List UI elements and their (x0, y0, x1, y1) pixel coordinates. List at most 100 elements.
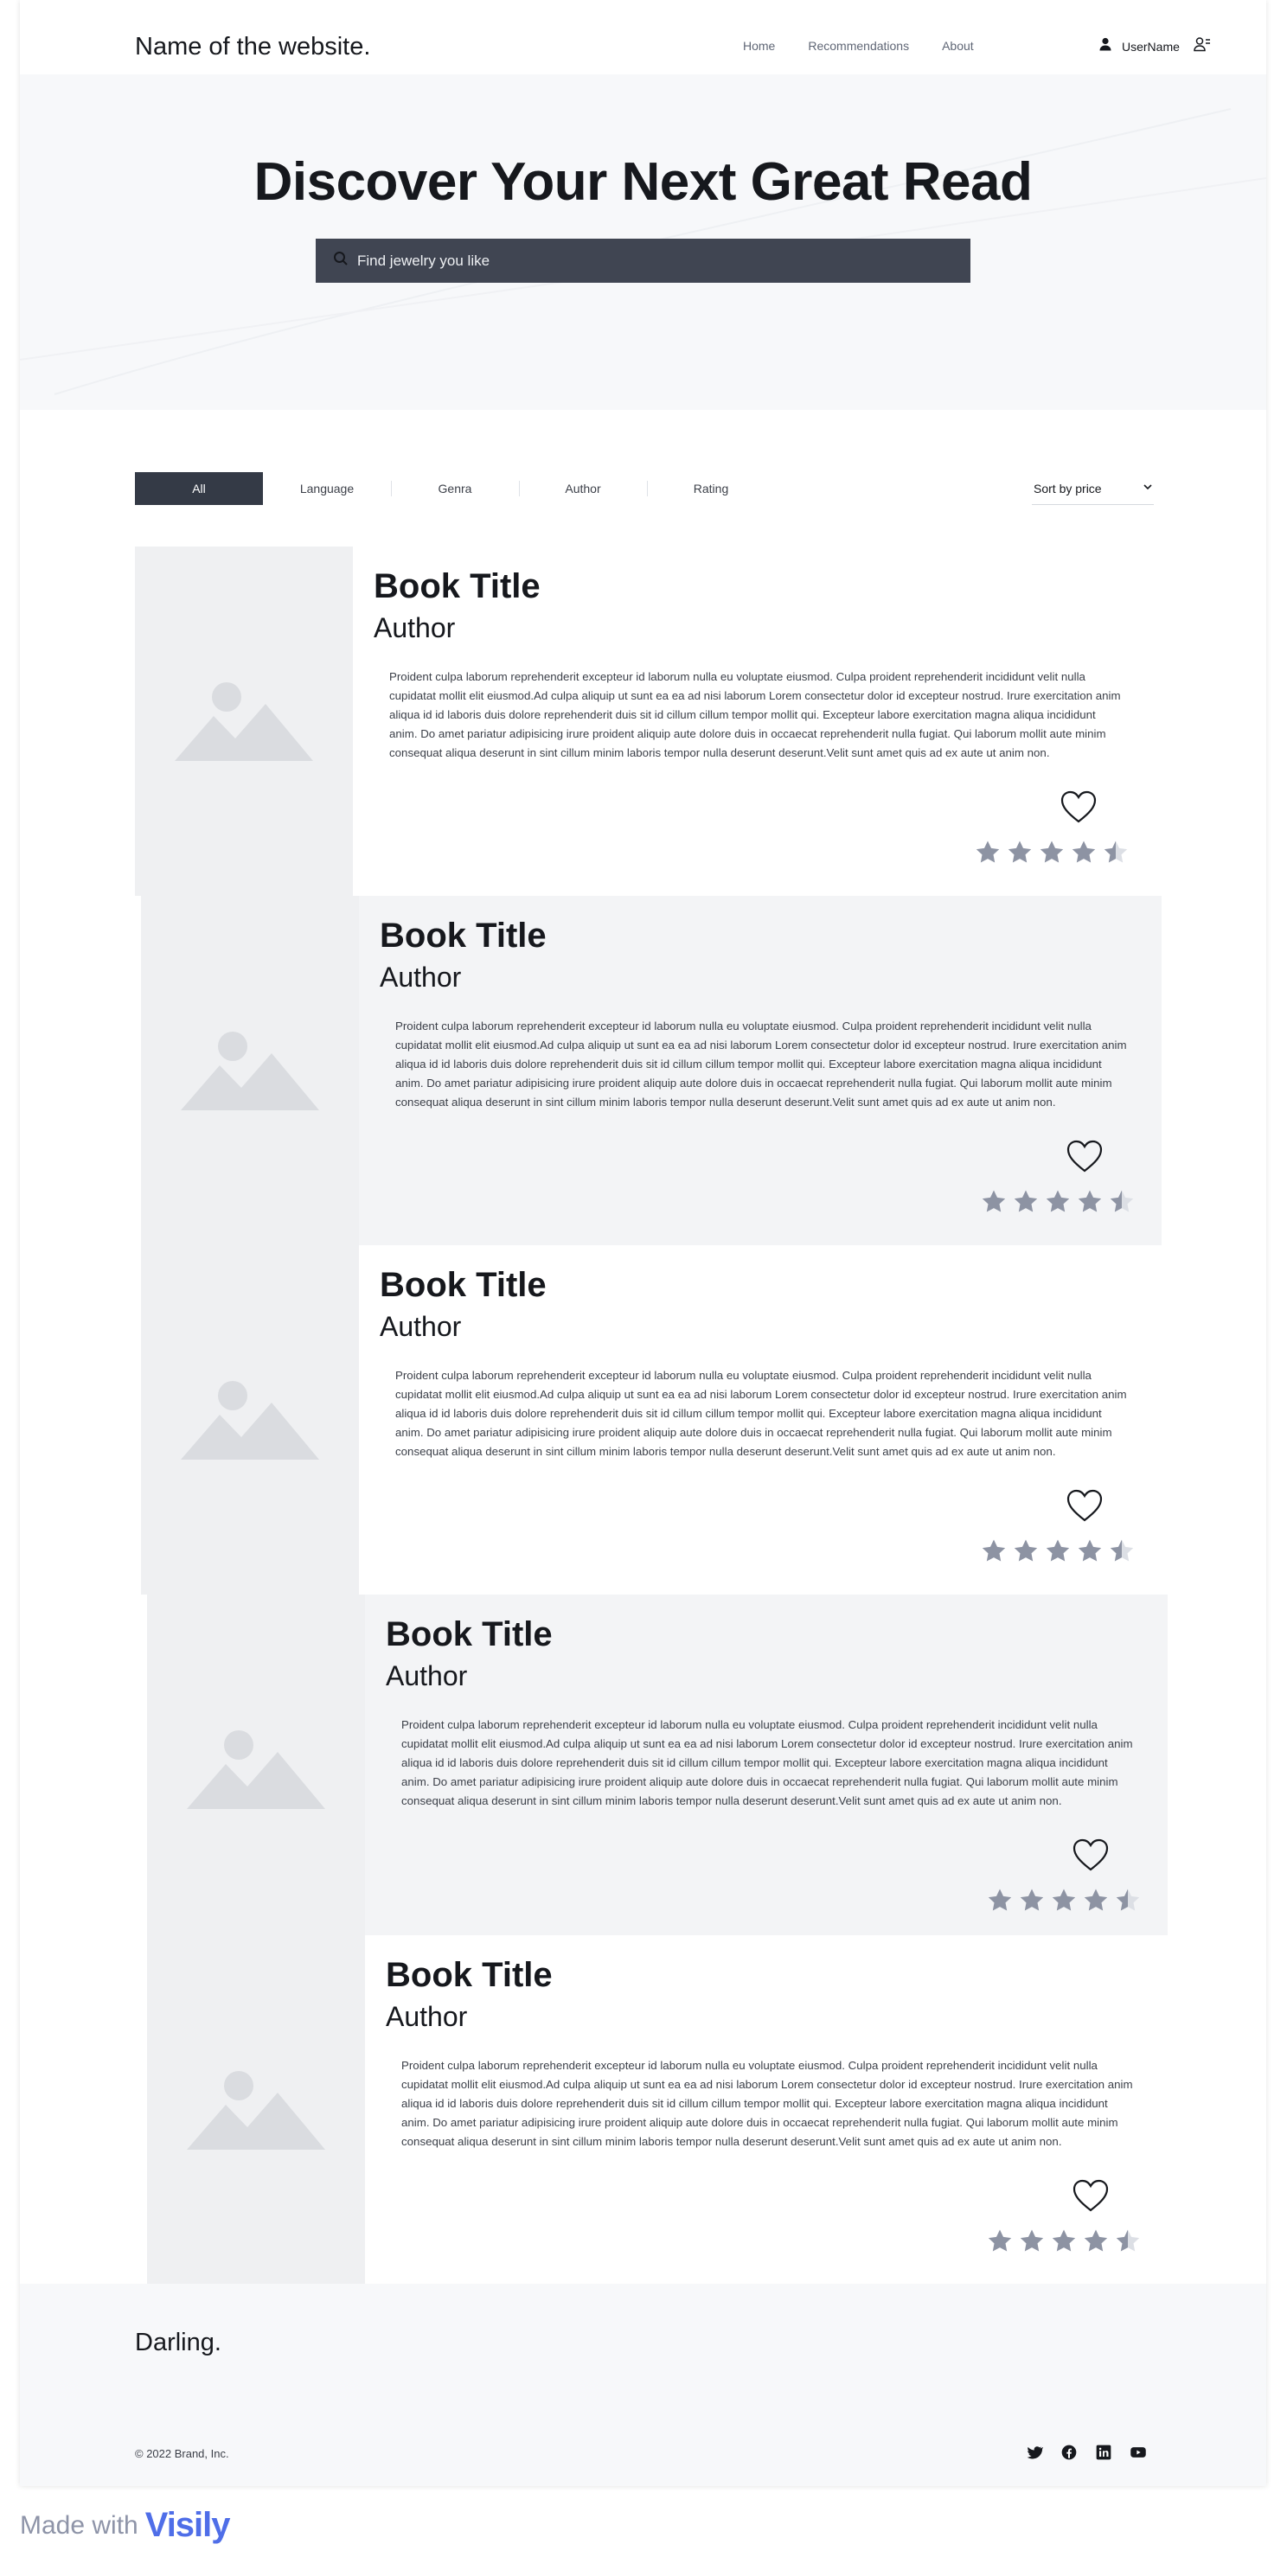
favorite-heart-icon[interactable] (1066, 1489, 1103, 1528)
site-header: Name of the website. Home Recommendation… (20, 0, 1266, 74)
star-icon (1012, 1188, 1040, 1220)
nav-home[interactable]: Home (743, 38, 775, 54)
nav-about[interactable]: About (942, 38, 974, 54)
star-icon (1050, 2228, 1078, 2260)
book-author[interactable]: Author (374, 610, 455, 645)
favorite-heart-icon[interactable] (1072, 2179, 1109, 2218)
sort-label: Sort by price (1034, 481, 1102, 495)
book-title[interactable]: Book Title (386, 1954, 553, 1996)
star-rating (974, 839, 1130, 871)
star-rating (980, 1188, 1136, 1220)
site-footer: Darling. © 2022 Brand, Inc. (20, 2284, 1266, 2486)
star-icon (1018, 2228, 1046, 2260)
book-info: Book Title Author Proident culpa laborum… (359, 1245, 1162, 1595)
book-author[interactable]: Author (386, 1659, 467, 1693)
star-icon (1102, 839, 1130, 871)
book-info: Book Title Author Proident culpa laborum… (359, 896, 1162, 1245)
copyright: © 2022 Brand, Inc. (135, 2447, 229, 2460)
star-icon (980, 1188, 1008, 1220)
book-description: Proident culpa laborum reprehenderit exc… (395, 1369, 1127, 1458)
book-card[interactable]: Book Title Author Proident culpa laborum… (20, 1595, 1266, 1944)
sort-dropdown[interactable]: Sort by price (1032, 472, 1154, 505)
made-with-badge[interactable]: Made with Visily (20, 2506, 231, 2545)
user-menu[interactable]: UserName (1098, 36, 1211, 56)
visily-logo: Visily (144, 2506, 231, 2544)
book-cover-placeholder[interactable] (141, 1245, 359, 1595)
star-rating (986, 1887, 1142, 1919)
site-name[interactable]: Name of the website. (135, 31, 370, 62)
user-settings-icon[interactable] (1194, 36, 1211, 56)
book-title[interactable]: Book Title (386, 1614, 553, 1655)
star-icon (1108, 1537, 1136, 1569)
star-icon (1070, 839, 1098, 871)
book-author[interactable]: Author (380, 960, 461, 994)
star-icon (1044, 1537, 1072, 1569)
book-cover-placeholder[interactable] (141, 896, 359, 1245)
book-author[interactable]: Author (386, 1999, 467, 2034)
book-info: Book Title Author Proident culpa laborum… (365, 1935, 1168, 2285)
book-cover-placeholder[interactable] (147, 1935, 365, 2285)
hero-section: Discover Your Next Great Read (20, 74, 1266, 410)
social-links (1026, 2444, 1147, 2465)
book-card[interactable]: Book Title Author Proident culpa laborum… (20, 896, 1266, 1245)
youtube-icon[interactable] (1130, 2444, 1147, 2465)
star-icon (1050, 1887, 1078, 1919)
tab-rating[interactable]: Rating (647, 472, 775, 505)
star-icon (1082, 2228, 1110, 2260)
star-icon (1012, 1537, 1040, 1569)
hero-title: Discover Your Next Great Read (253, 152, 1033, 212)
book-cover-placeholder[interactable] (147, 1595, 365, 1944)
chevron-down-icon (1142, 481, 1154, 495)
main-nav: Home Recommendations About (743, 38, 974, 54)
book-title[interactable]: Book Title (380, 915, 547, 956)
favorite-heart-icon[interactable] (1060, 790, 1097, 829)
tab-author[interactable]: Author (519, 472, 647, 505)
star-icon (986, 1887, 1014, 1919)
star-icon (974, 839, 1002, 871)
image-placeholder-icon (187, 1730, 325, 1809)
book-description: Proident culpa laborum reprehenderit exc… (389, 670, 1121, 759)
book-author[interactable]: Author (380, 1309, 461, 1344)
footer-brand: Darling. (135, 2329, 221, 2356)
star-rating (980, 1537, 1136, 1569)
star-icon (1108, 1188, 1136, 1220)
twitter-icon[interactable] (1026, 2444, 1044, 2465)
star-icon (1114, 2228, 1142, 2260)
tab-all[interactable]: All (135, 472, 263, 505)
book-title[interactable]: Book Title (380, 1264, 547, 1306)
book-description: Proident culpa laborum reprehenderit exc… (395, 1020, 1127, 1109)
favorite-heart-icon[interactable] (1072, 1838, 1109, 1877)
tab-genra[interactable]: Genra (391, 472, 519, 505)
book-title[interactable]: Book Title (374, 566, 541, 607)
book-info: Book Title Author Proident culpa laborum… (365, 1595, 1168, 1944)
search-bar[interactable] (316, 239, 970, 283)
filter-bar: All Language Genra Author Rating Sort by… (135, 472, 1154, 505)
star-icon (1018, 1887, 1046, 1919)
star-icon (1114, 1887, 1142, 1919)
book-info: Book Title Author Proident culpa laborum… (353, 547, 1156, 896)
star-icon (1082, 1887, 1110, 1919)
username: UserName (1122, 39, 1180, 54)
book-description: Proident culpa laborum reprehenderit exc… (401, 1718, 1133, 1807)
linkedin-icon[interactable] (1095, 2444, 1112, 2465)
star-icon (986, 2228, 1014, 2260)
image-placeholder-icon (175, 682, 313, 761)
star-icon (1044, 1188, 1072, 1220)
book-card[interactable]: Book Title Author Proident culpa laborum… (20, 547, 1266, 896)
facebook-icon[interactable] (1060, 2444, 1078, 2465)
star-icon (1038, 839, 1066, 871)
image-placeholder-icon (181, 1032, 319, 1110)
star-icon (1076, 1537, 1104, 1569)
search-icon (333, 251, 349, 271)
book-card[interactable]: Book Title Author Proident culpa laborum… (20, 1245, 1266, 1595)
book-description: Proident culpa laborum reprehenderit exc… (401, 2059, 1133, 2148)
favorite-heart-icon[interactable] (1066, 1140, 1103, 1179)
star-icon (1076, 1188, 1104, 1220)
search-input[interactable] (357, 252, 911, 270)
book-card[interactable]: Book Title Author Proident culpa laborum… (20, 1935, 1266, 2285)
book-cover-placeholder[interactable] (135, 547, 353, 896)
nav-recommendations[interactable]: Recommendations (808, 38, 909, 54)
user-icon (1098, 36, 1113, 56)
tab-language[interactable]: Language (263, 472, 391, 505)
star-icon (1006, 839, 1034, 871)
